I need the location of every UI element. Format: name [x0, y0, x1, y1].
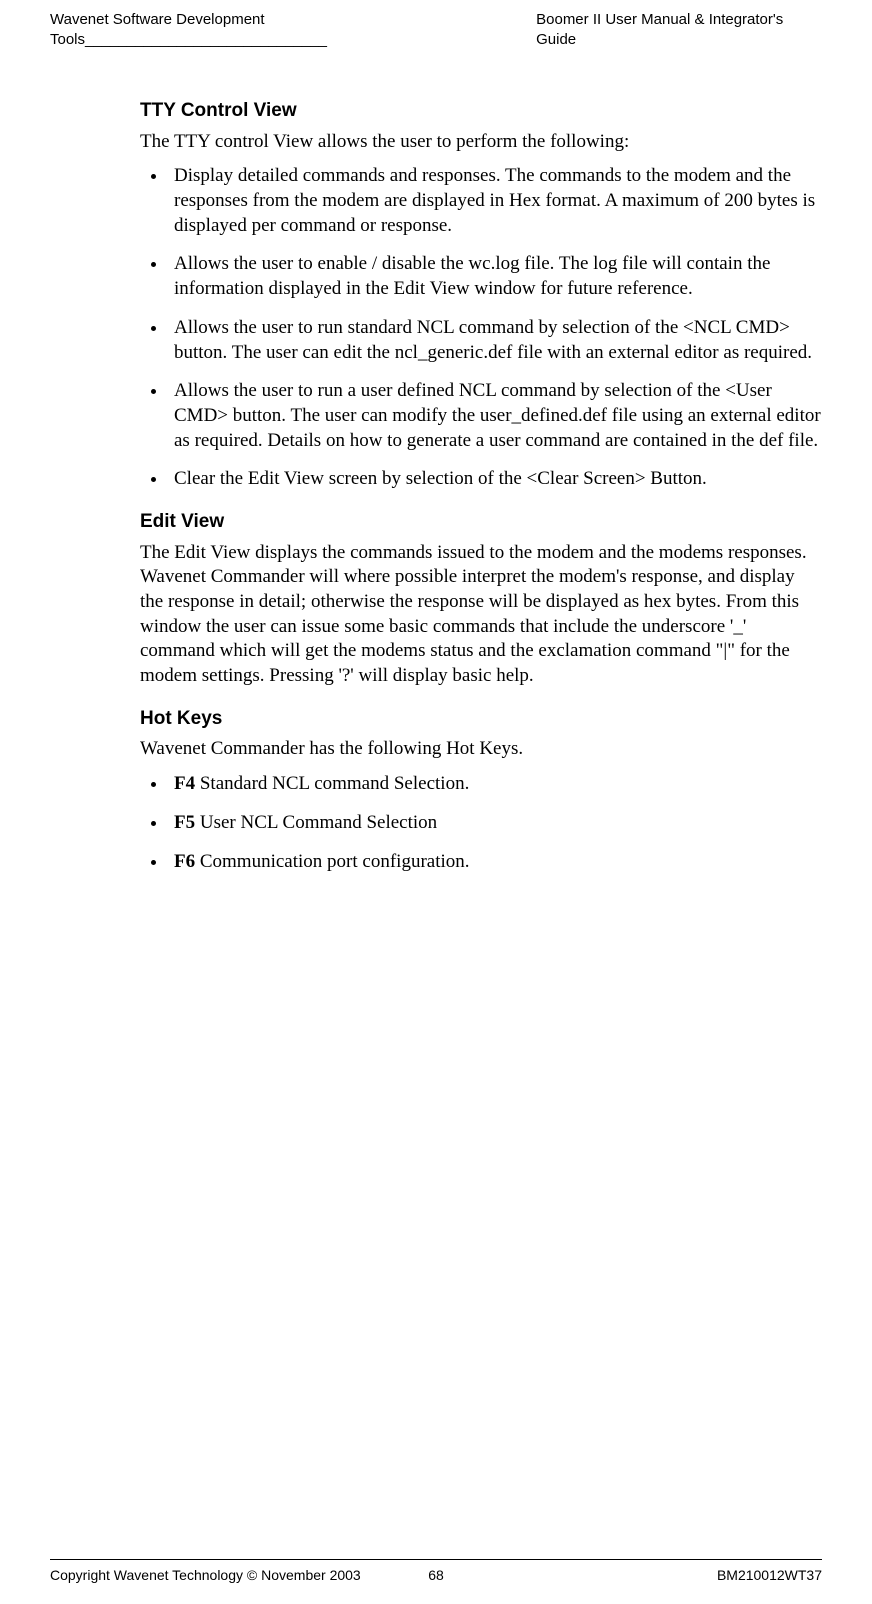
edit-title: Edit View: [140, 510, 822, 535]
hotkeys-intro: Wavenet Commander has the following Hot …: [140, 737, 822, 762]
tty-title: TTY Control View: [140, 99, 822, 124]
list-item: Allows the user to run a user defined NC…: [168, 379, 822, 453]
tty-bullets: Display detailed commands and responses.…: [140, 164, 822, 492]
list-item: F5 User NCL Command Selection: [168, 811, 822, 836]
list-item: F4 Standard NCL command Selection.: [168, 772, 822, 797]
page: Wavenet Software Development Tools Boome…: [0, 0, 872, 1604]
hotkeys-title: Hot Keys: [140, 707, 822, 732]
page-header: Wavenet Software Development Tools Boome…: [50, 10, 822, 49]
list-item: F6 Communication port configuration.: [168, 850, 822, 875]
list-item: Clear the Edit View screen by selection …: [168, 467, 822, 492]
hotkey-key: F4: [174, 773, 195, 794]
hotkey-key: F6: [174, 851, 195, 872]
hotkey-desc: Communication port configuration.: [195, 851, 469, 872]
footer-page-number: 68: [50, 1566, 822, 1584]
header-left: Wavenet Software Development Tools: [50, 10, 536, 49]
hotkey-desc: User NCL Command Selection: [195, 812, 437, 833]
page-footer: Copyright Wavenet Technology © November …: [50, 1559, 822, 1584]
hotkey-desc: Standard NCL command Selection.: [195, 773, 469, 794]
list-item: Display detailed commands and responses.…: [168, 164, 822, 238]
hotkey-key: F5: [174, 812, 195, 833]
list-item: Allows the user to run standard NCL comm…: [168, 316, 822, 365]
header-right: Boomer II User Manual & Integrator's Gui…: [536, 10, 822, 49]
edit-body: The Edit View displays the commands issu…: [140, 541, 822, 689]
list-item: Allows the user to enable / disable the …: [168, 252, 822, 301]
page-content: TTY Control View The TTY control View al…: [140, 99, 822, 874]
hotkeys-list: F4 Standard NCL command Selection. F5 Us…: [140, 772, 822, 874]
tty-intro: The TTY control View allows the user to …: [140, 130, 822, 155]
